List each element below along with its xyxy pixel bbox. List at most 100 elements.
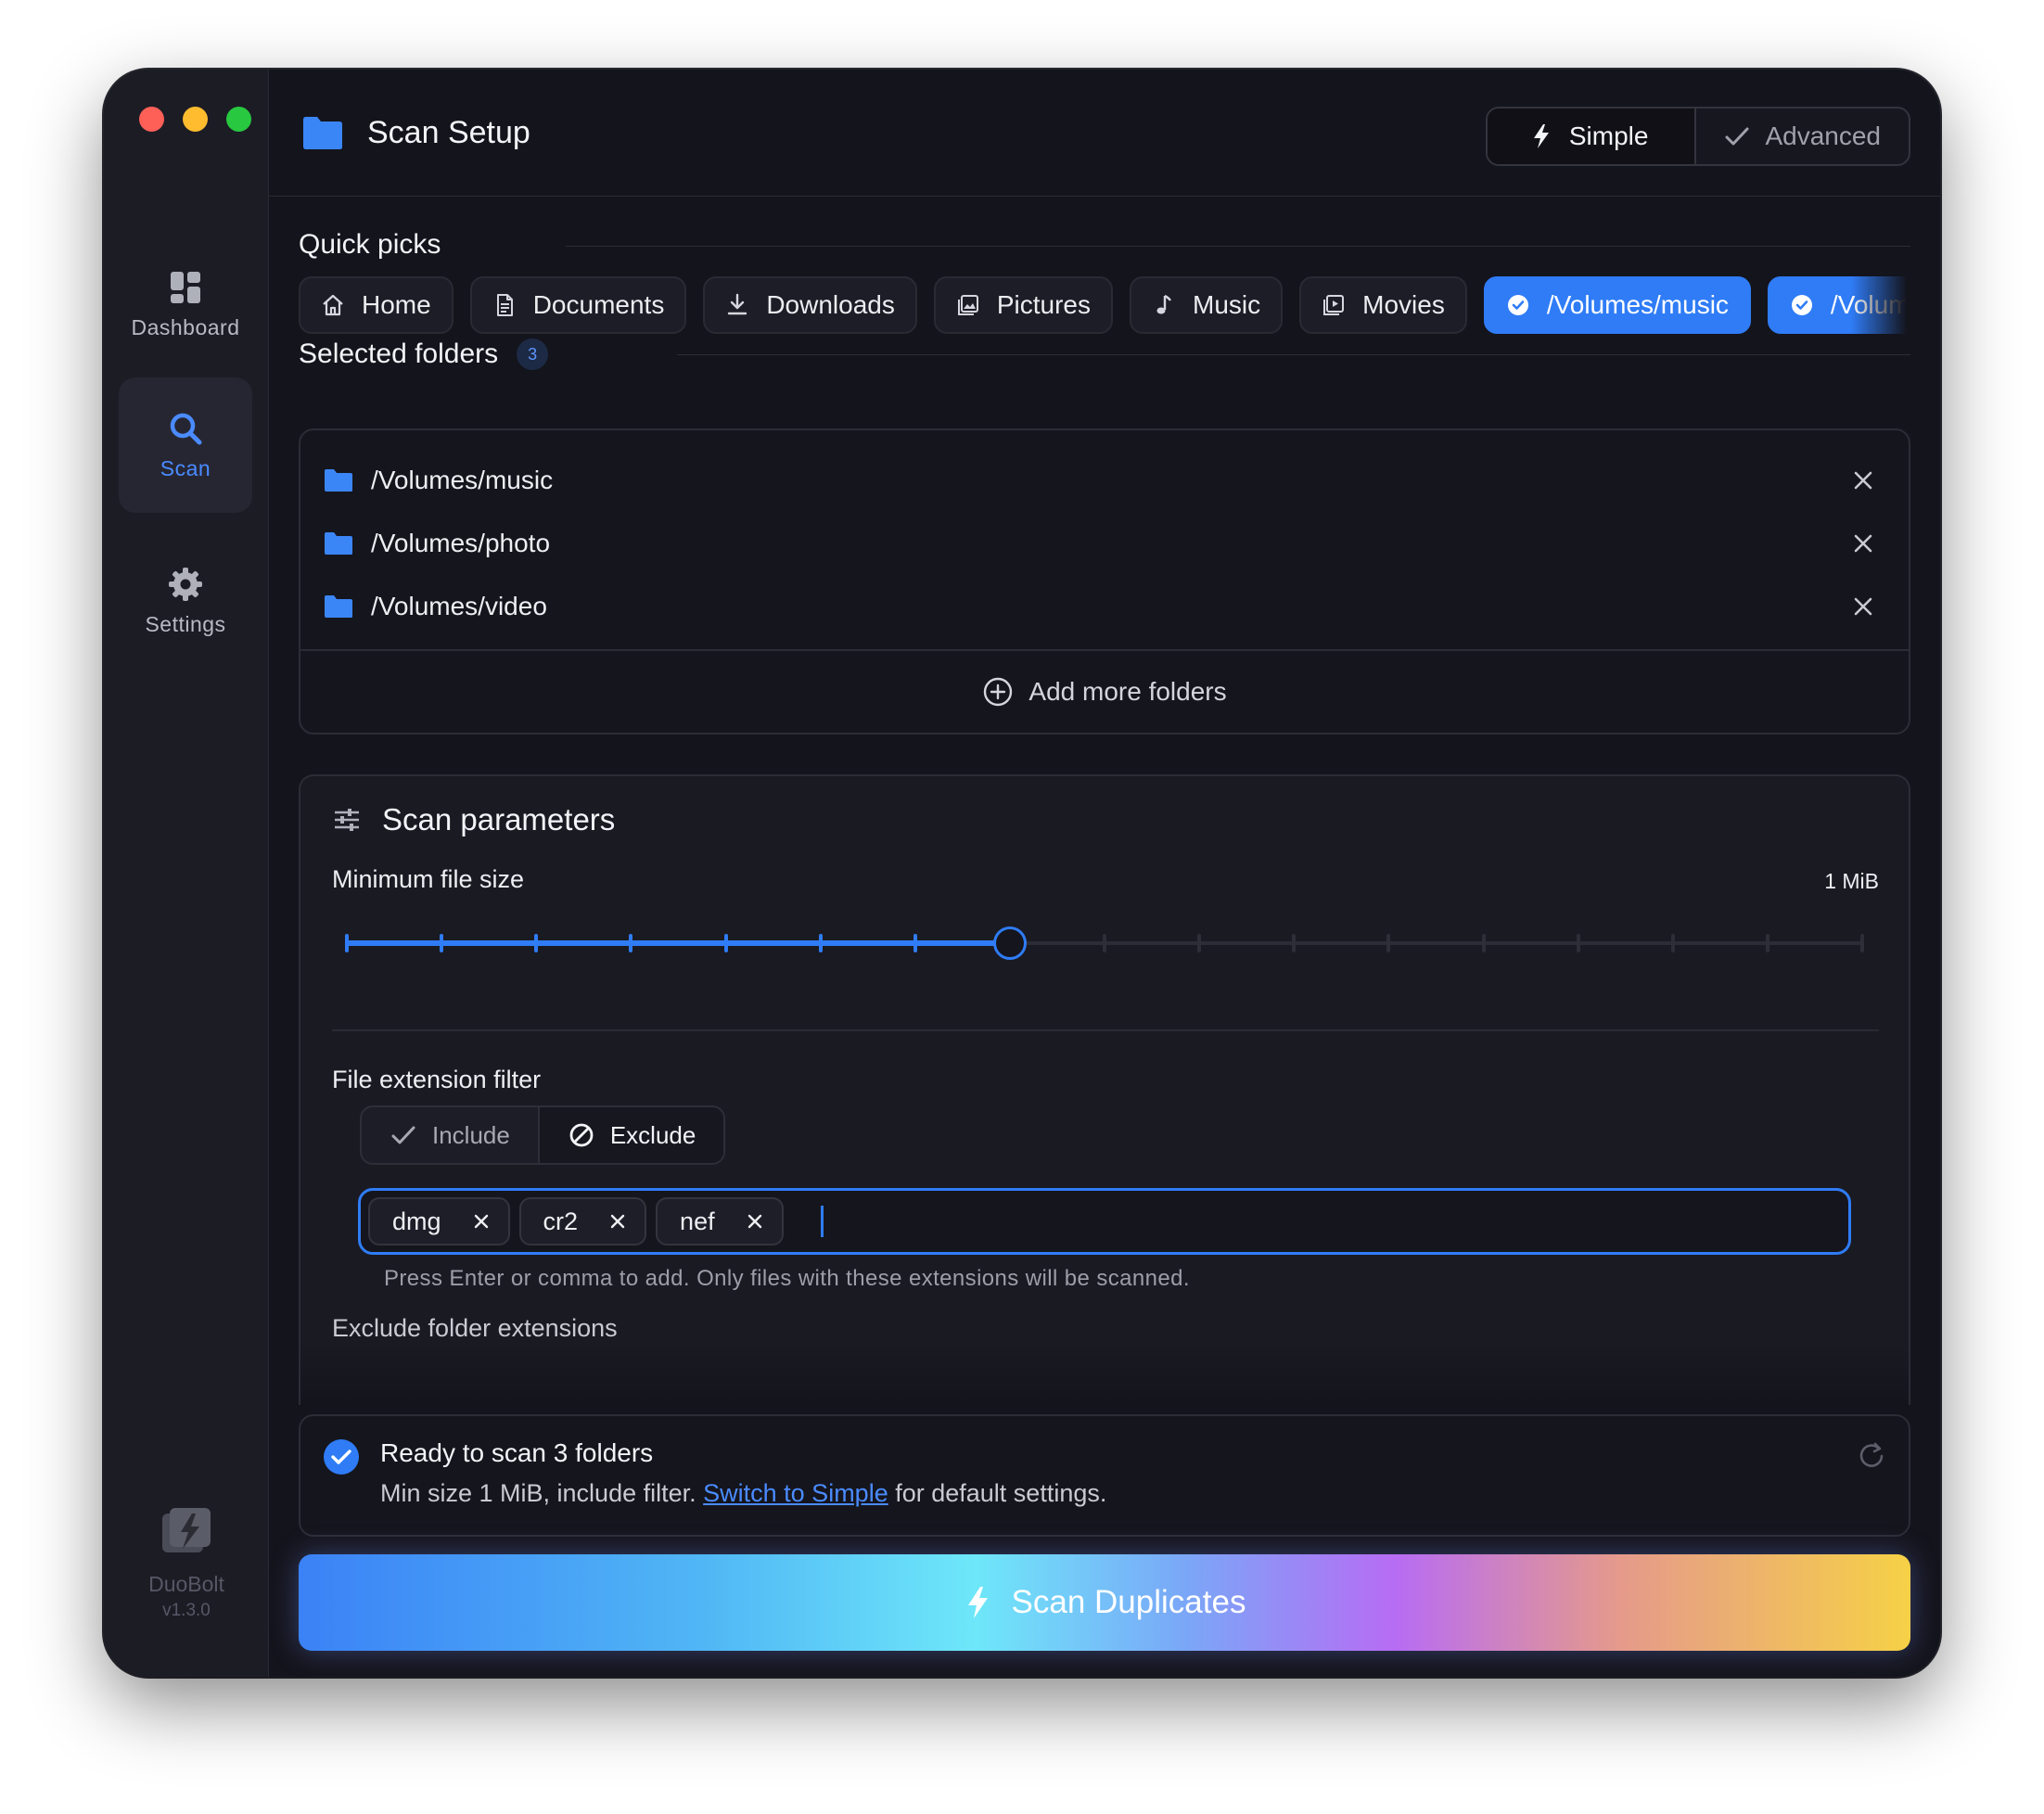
chip-label: /Volumes/music — [1546, 290, 1729, 319]
slider-tick — [1386, 934, 1391, 952]
mode-simple-button[interactable]: Simple — [1487, 109, 1695, 164]
close-window-button[interactable] — [139, 107, 164, 132]
sidebar: Dashboard Scan Settings DuoBolt v1.3.0 — [104, 70, 269, 1677]
add-more-label: Add more folders — [1028, 677, 1227, 706]
text-caret — [820, 1206, 824, 1237]
min-size-label: Minimum file size — [332, 865, 525, 893]
scan-duplicates-label: Scan Duplicates — [1011, 1584, 1246, 1620]
chip-label: Movies — [1362, 290, 1445, 319]
app-version: v1.3.0 — [162, 1601, 211, 1620]
remove-tag-icon[interactable] — [609, 1213, 626, 1230]
chip-pictures[interactable]: Pictures — [933, 276, 1114, 334]
main-panel: Scan Setup Simple Advanced Quick picks H… — [269, 70, 1940, 1677]
folder-icon — [325, 469, 352, 492]
quick-picks-heading: Quick picks — [299, 229, 441, 261]
refresh-icon[interactable] — [1857, 1440, 1886, 1470]
folder-path: /Volumes/music — [371, 466, 554, 494]
quick-picks-title: Quick picks — [299, 229, 441, 260]
page-title: Scan Setup — [300, 114, 530, 151]
sidebar-item-scan[interactable]: Scan — [119, 377, 252, 513]
chip-home[interactable]: Home — [299, 276, 454, 334]
pictures-icon — [957, 295, 978, 315]
slider-tick — [1670, 934, 1675, 952]
zoom-window-button[interactable] — [226, 107, 251, 132]
exclude-button[interactable]: Exclude — [537, 1107, 724, 1163]
include-label: Include — [432, 1120, 510, 1149]
scan-parameters-heading: Scan parameters — [332, 802, 615, 837]
extension-tag: nef — [656, 1197, 784, 1246]
scan-duplicates-button[interactable]: Scan Duplicates — [299, 1554, 1910, 1651]
sidebar-item-dashboard[interactable]: Dashboard — [119, 236, 252, 372]
slider-tick — [913, 934, 917, 952]
mode-advanced-button[interactable]: Advanced — [1694, 109, 1909, 164]
remove-folder-icon[interactable] — [1851, 531, 1875, 556]
sliders-icon — [335, 809, 359, 831]
chip-volumes-music[interactable]: /Volumes/music — [1483, 276, 1751, 334]
section-divider — [566, 246, 1910, 247]
folder-icon — [325, 595, 352, 618]
slider-tick — [1197, 934, 1202, 952]
window-controls — [139, 107, 251, 132]
check-circle-icon — [324, 1439, 359, 1475]
slider-tick — [534, 934, 539, 952]
slider-thumb[interactable] — [992, 926, 1027, 960]
min-size-slider[interactable] — [345, 925, 1864, 962]
extension-tag: cr2 — [518, 1197, 647, 1246]
status-heading: Ready to scan 3 folders — [380, 1438, 654, 1467]
home-icon — [323, 294, 343, 316]
slider-tick — [1481, 934, 1486, 952]
chip-label: Music — [1193, 290, 1261, 319]
add-more-folders-button[interactable]: Add more folders — [300, 649, 1909, 733]
music-icon — [1156, 294, 1172, 314]
minimize-window-button[interactable] — [183, 107, 208, 132]
chip-movies[interactable]: Movies — [1299, 276, 1467, 334]
remove-tag-icon[interactable] — [747, 1213, 763, 1230]
min-size-value: 1 MiB — [1824, 869, 1879, 893]
slider-tick — [345, 934, 349, 952]
remove-folder-icon[interactable] — [1851, 594, 1875, 619]
quick-picks-chips: Home Documents Downloads Pictures Music … — [299, 276, 1907, 334]
mode-switch: Simple Advanced — [1485, 107, 1910, 166]
sidebar-item-settings[interactable]: Settings — [119, 533, 252, 669]
folder-icon — [303, 117, 342, 149]
filter-mode-toggle: Include Exclude — [360, 1105, 726, 1165]
block-icon — [569, 1123, 594, 1147]
extension-tag-input[interactable]: dmg cr2 nef — [358, 1188, 1851, 1255]
folder-path: /Volumes/video — [371, 592, 547, 620]
selected-folders-list: /Volumes/music /Volumes/photo /Volumes/v — [299, 428, 1910, 735]
sidebar-item-label: Settings — [145, 611, 226, 636]
chip-downloads[interactable]: Downloads — [703, 276, 917, 334]
include-button[interactable]: Include — [362, 1107, 538, 1163]
check-circle-icon — [1507, 295, 1528, 315]
ext-filter-label: File extension filter — [332, 1066, 542, 1093]
switch-to-simple-link[interactable]: Switch to Simple — [703, 1479, 888, 1507]
chip-volumes-photo[interactable]: /Volumes/photo — [1767, 276, 1907, 334]
folder-row: /Volumes/photo — [323, 517, 1886, 569]
exclude-label: Exclude — [609, 1120, 696, 1149]
app-name: DuoBolt — [148, 1572, 224, 1596]
slider-tick — [1576, 934, 1580, 952]
sidebar-item-label: Scan — [160, 455, 211, 480]
slider-tick — [1765, 934, 1769, 952]
tag-label: nef — [680, 1207, 715, 1235]
page-title-text: Scan Setup — [367, 114, 530, 150]
remove-tag-icon[interactable] — [473, 1213, 490, 1230]
folder-row: /Volumes/video — [323, 581, 1886, 632]
search-icon — [170, 413, 202, 444]
dashboard-icon — [171, 271, 200, 303]
check-circle-icon — [1791, 295, 1812, 315]
chip-documents[interactable]: Documents — [469, 276, 687, 334]
chip-label: Pictures — [996, 290, 1092, 319]
bolt-icon — [967, 1587, 988, 1618]
slider-tick — [440, 934, 444, 952]
download-icon — [728, 293, 747, 315]
section-divider — [677, 354, 1910, 355]
remove-folder-icon[interactable] — [1851, 468, 1875, 492]
slider-tick — [818, 934, 823, 952]
chip-label: Downloads — [766, 290, 895, 319]
check-icon — [1725, 127, 1749, 146]
status-sub-prefix: Min size 1 MiB, include filter. — [380, 1479, 704, 1507]
slider-tick — [1860, 934, 1864, 952]
tag-label: dmg — [392, 1207, 441, 1235]
chip-music[interactable]: Music — [1130, 276, 1284, 334]
